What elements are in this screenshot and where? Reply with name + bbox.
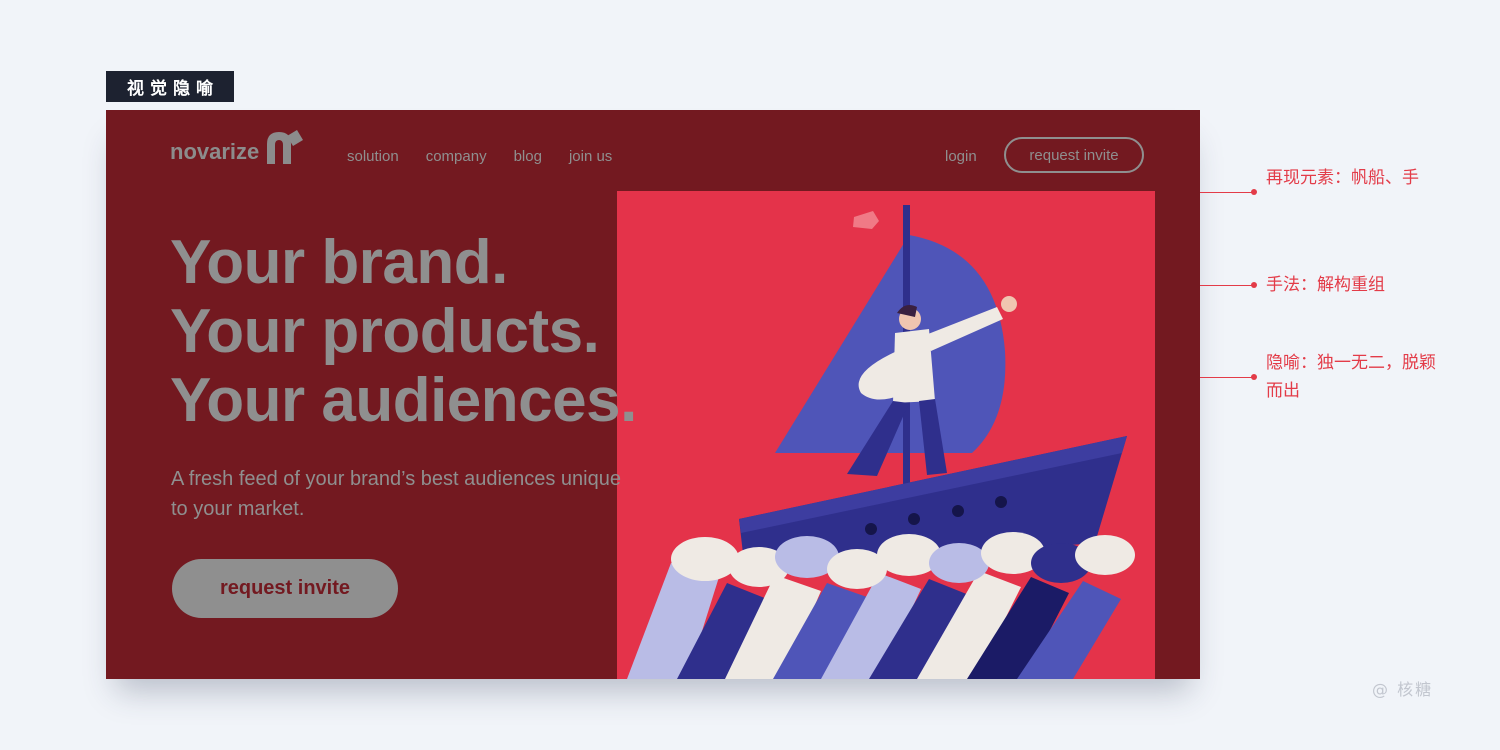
headline-line-3: Your audiences. <box>170 366 637 435</box>
annotation-text: 再现元素：帆船、手 <box>1266 168 1419 188</box>
website-hero-screenshot: novarize solution company blog join us l… <box>106 110 1200 679</box>
annotation-dot <box>1251 282 1257 288</box>
headline-line-1: Your brand. <box>170 228 508 297</box>
logo-text: novarize <box>170 139 260 164</box>
nav-item-company[interactable]: company <box>426 148 487 165</box>
request-invite-nav-button[interactable]: request invite <box>1004 137 1144 173</box>
nav-item-blog[interactable]: blog <box>514 148 542 165</box>
hero-headline: Your brand. Your products. Your audience… <box>170 228 637 435</box>
annotation-dot <box>1251 189 1257 195</box>
brand-n-icon <box>267 130 304 164</box>
nav-item-join-us[interactable]: join us <box>569 148 612 165</box>
annotation-leader-line <box>1200 192 1254 193</box>
headline-line-2: Your products. <box>170 297 600 366</box>
annotation-text: 手法：解构重组 <box>1266 275 1385 295</box>
login-link[interactable]: login <box>945 148 977 165</box>
annotation-leader-line <box>1200 377 1254 378</box>
annotation-text: 隐喻：独一无二，脱颖而出 <box>1266 353 1436 401</box>
credit-watermark: @ 核糖 <box>1372 680 1434 699</box>
hero-subtext: A fresh feed of your brand’s best audien… <box>171 468 621 520</box>
annotation-leader-line <box>1200 285 1254 286</box>
ship-on-hands-illustration <box>617 191 1155 679</box>
request-invite-hero-button[interactable]: request invite <box>172 559 398 618</box>
main-nav: solution company blog join us <box>347 148 612 165</box>
annotation-dot <box>1251 374 1257 380</box>
logo[interactable]: novarize <box>170 130 305 168</box>
nav-item-solution[interactable]: solution <box>347 148 399 165</box>
section-tag: 视觉隐喻 <box>106 71 234 102</box>
